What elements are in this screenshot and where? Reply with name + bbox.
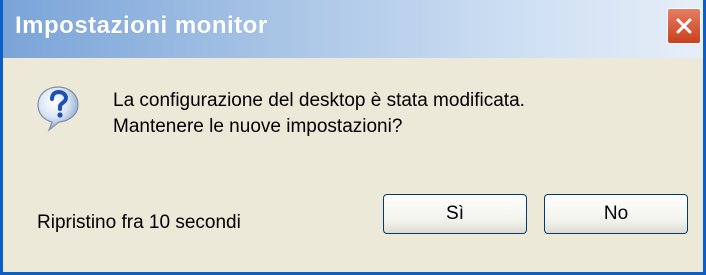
question-icon — [37, 86, 79, 132]
dialog-content: La configurazione del desktop è stata mo… — [3, 58, 703, 272]
message-line-2: Mantenere le nuove impostazioni? — [113, 116, 403, 137]
message-line-1: La configurazione del desktop è stata mo… — [113, 90, 525, 111]
close-icon — [676, 18, 692, 34]
window-title: Impostazioni monitor — [15, 12, 268, 39]
countdown-text: Ripristino fra 10 secondi — [37, 212, 241, 233]
dialog-window: Impostazioni monitor La configurazione d… — [0, 0, 706, 275]
title-bar[interactable]: Impostazioni monitor — [3, 0, 703, 58]
no-button[interactable]: No — [544, 194, 688, 234]
close-button[interactable] — [667, 8, 701, 44]
dialog-message: La configurazione del desktop è stata mo… — [113, 88, 525, 140]
yes-button[interactable]: Sì — [383, 194, 527, 234]
